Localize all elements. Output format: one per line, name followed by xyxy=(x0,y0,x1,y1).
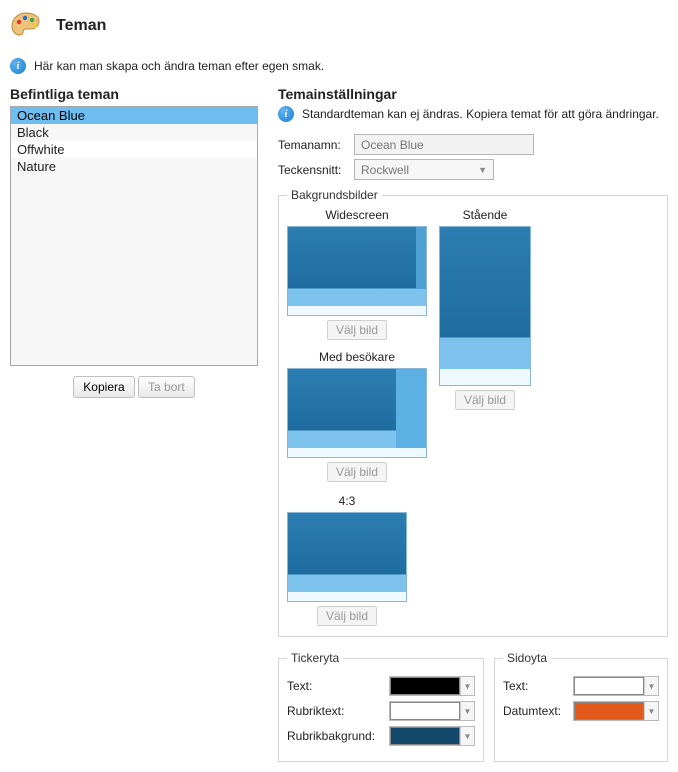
header: Teman xyxy=(10,10,668,42)
list-item[interactable]: Nature xyxy=(11,158,257,175)
chevron-down-icon: ▼ xyxy=(460,677,474,695)
ticker-headline-color[interactable]: ▼ xyxy=(389,701,475,721)
info-main-row: i Här kan man skapa och ändra teman efte… xyxy=(10,58,668,74)
info-icon: i xyxy=(10,58,26,74)
ticker-legend: Tickeryta xyxy=(287,651,343,665)
ticker-text-color[interactable]: ▼ xyxy=(389,676,475,696)
chevron-down-icon: ▼ xyxy=(460,727,474,745)
existing-themes-title: Befintliga teman xyxy=(10,86,258,102)
thumb-label-43: 4:3 xyxy=(339,494,356,508)
thumb-label-widescreen: Widescreen xyxy=(325,208,388,222)
delete-button[interactable]: Ta bort xyxy=(138,376,195,398)
ticker-headline-bg-label: Rubrikbakgrund: xyxy=(287,729,383,743)
info-icon: i xyxy=(278,106,294,122)
info-settings-row: i Standardteman kan ej ändras. Kopiera t… xyxy=(278,106,668,122)
chevron-down-icon: ▼ xyxy=(644,677,658,695)
side-legend: Sidoyta xyxy=(503,651,551,665)
info-main-text: Här kan man skapa och ändra teman efter … xyxy=(34,59,324,73)
background-images-group: Bakgrundsbilder Widescreen Välj bild Med… xyxy=(278,188,668,637)
thumb-portrait[interactable] xyxy=(439,226,531,386)
font-select[interactable]: Rockwell ▼ xyxy=(354,159,494,180)
thumb-widescreen[interactable] xyxy=(287,226,427,316)
theme-name-label: Temanamn: xyxy=(278,138,348,152)
list-item[interactable]: Black xyxy=(11,124,257,141)
thumb-43[interactable] xyxy=(287,512,407,602)
ticker-text-label: Text: xyxy=(287,679,383,693)
theme-settings-title: Temainställningar xyxy=(278,86,668,102)
side-date-label: Datumtext: xyxy=(503,704,567,718)
theme-listbox[interactable]: Ocean Blue Black Offwhite Nature xyxy=(10,106,258,366)
thumb-label-portrait: Stående xyxy=(463,208,508,222)
ticker-headline-label: Rubriktext: xyxy=(287,704,383,718)
palette-icon xyxy=(10,10,42,42)
chevron-down-icon: ▼ xyxy=(460,702,474,720)
page-title: Teman xyxy=(56,17,106,35)
font-label: Teckensnitt: xyxy=(278,163,348,177)
side-text-color[interactable]: ▼ xyxy=(573,676,659,696)
pick-image-button[interactable]: Välj bild xyxy=(317,606,377,626)
pick-image-button[interactable]: Välj bild xyxy=(455,390,515,410)
theme-name-input[interactable] xyxy=(354,134,534,155)
font-select-value: Rockwell xyxy=(361,163,409,177)
pick-image-button[interactable]: Välj bild xyxy=(327,320,387,340)
chevron-down-icon: ▼ xyxy=(644,702,658,720)
background-images-legend: Bakgrundsbilder xyxy=(287,188,382,202)
list-item[interactable]: Offwhite xyxy=(11,141,257,158)
side-group: Sidoyta Text: ▼ Datumtext: ▼ xyxy=(494,651,668,762)
side-text-label: Text: xyxy=(503,679,567,693)
pick-image-button[interactable]: Välj bild xyxy=(327,462,387,482)
side-date-color[interactable]: ▼ xyxy=(573,701,659,721)
thumb-with-visitor[interactable] xyxy=(287,368,427,458)
copy-button[interactable]: Kopiera xyxy=(73,376,134,398)
thumb-label-visitor: Med besökare xyxy=(319,350,395,364)
list-item[interactable]: Ocean Blue xyxy=(11,107,257,124)
ticker-headline-bg-color[interactable]: ▼ xyxy=(389,726,475,746)
chevron-down-icon: ▼ xyxy=(478,165,487,175)
ticker-group: Tickeryta Text: ▼ Rubriktext: ▼ xyxy=(278,651,484,762)
info-settings-text: Standardteman kan ej ändras. Kopiera tem… xyxy=(302,107,659,121)
